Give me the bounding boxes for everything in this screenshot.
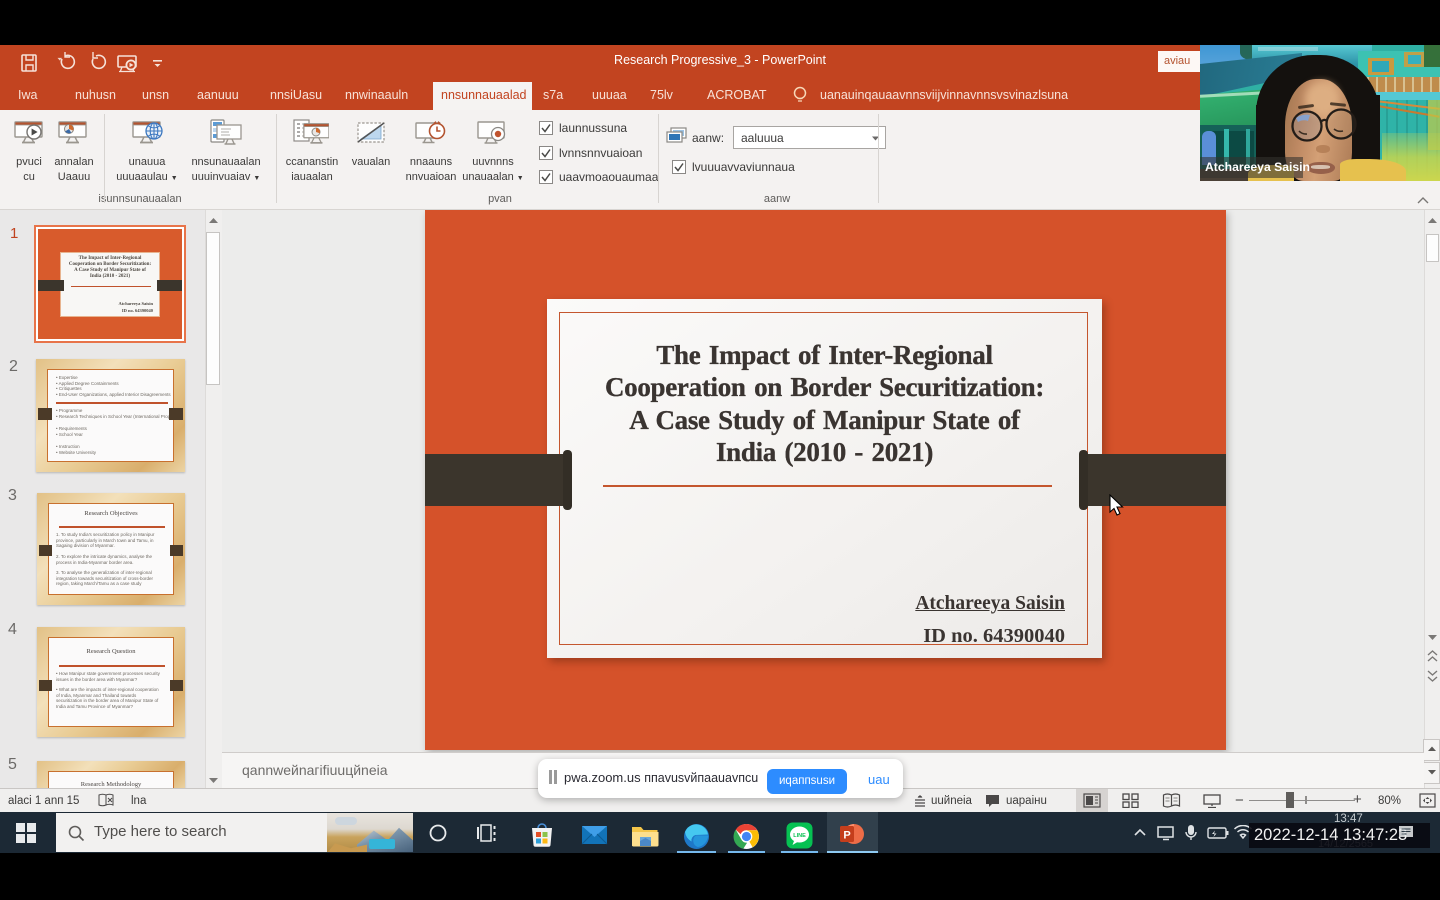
svg-text:P: P [843,830,850,842]
svg-text:LINE: LINE [793,833,806,839]
